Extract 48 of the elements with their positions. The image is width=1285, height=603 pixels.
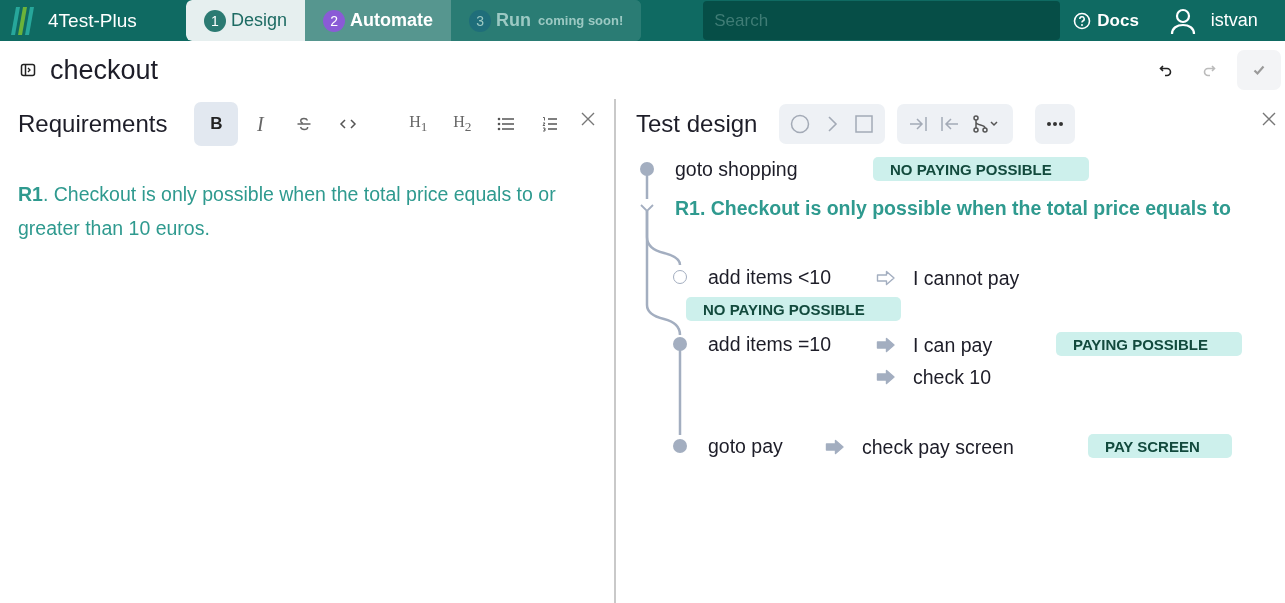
more-button[interactable]: [1035, 104, 1076, 144]
expected-result[interactable]: I can pay: [913, 333, 1056, 357]
user-menu[interactable]: istvan: [1168, 6, 1258, 35]
expected-result[interactable]: check 10: [913, 365, 1056, 389]
step-tag: PAY SCREEN: [1088, 434, 1232, 458]
step-number-badge: 2: [323, 9, 346, 32]
bold-button[interactable]: B: [194, 102, 239, 146]
circle-icon: [790, 114, 811, 134]
square-icon: [854, 114, 875, 134]
close-icon: [1261, 111, 1277, 127]
sidebar-toggle-icon[interactable]: [20, 62, 36, 78]
expected-result[interactable]: check pay screen: [862, 435, 1088, 459]
step-number-badge: 1: [204, 9, 226, 32]
step-action[interactable]: goto shopping: [675, 157, 873, 181]
app-name: 4Test-Plus: [48, 9, 137, 32]
page-title: checkout: [50, 54, 159, 86]
search-field[interactable]: Search: [703, 1, 1061, 40]
help-icon: [1073, 11, 1092, 30]
step-action[interactable]: add items =10: [708, 329, 876, 359]
redo-icon: [1202, 63, 1216, 77]
step-action[interactable]: add items <10: [708, 262, 876, 292]
step-number-badge: 3: [469, 9, 492, 32]
close-icon: [580, 111, 597, 127]
heading-button[interactable]: H$_{1}$: [396, 102, 441, 146]
step-tag: NO PAYING POSSIBLE: [873, 157, 1089, 181]
requirement-heading: R1. Checkout is only possible when the total price equals to: [675, 196, 1231, 220]
heading-button[interactable]: H$_{2}$: [440, 102, 485, 146]
undo-icon: [1159, 63, 1173, 77]
strikethrough-icon: [296, 116, 313, 132]
numbered-list-icon: [542, 116, 559, 132]
docs-link[interactable]: Docs: [1073, 10, 1139, 31]
more-icon: [1045, 121, 1066, 127]
bullet-list-icon: [497, 116, 516, 132]
step-action[interactable]: goto pay: [708, 431, 825, 461]
expected-result[interactable]: I cannot pay: [913, 266, 1056, 290]
step-tag: PAYING POSSIBLE: [1056, 332, 1242, 356]
indent-icon: [908, 114, 929, 134]
checkmark-icon: [1252, 63, 1266, 77]
panel-title: Test design: [636, 110, 758, 138]
panel-title: Requirements: [18, 110, 168, 138]
nav-tab[interactable]: 1 Design: [186, 0, 306, 41]
step-tag: NO PAYING POSSIBLE: [686, 297, 901, 321]
italic-button[interactable]: I: [238, 102, 283, 146]
outdent-icon: [940, 114, 961, 134]
requirement-text: R1. Checkout is only possible when the total price equals to or greater than 10 euros.: [18, 182, 557, 241]
user-icon: [1168, 6, 1197, 35]
chevron-icon[interactable]: [639, 203, 655, 213]
nav-tab[interactable]: 2 Automate: [305, 0, 452, 41]
